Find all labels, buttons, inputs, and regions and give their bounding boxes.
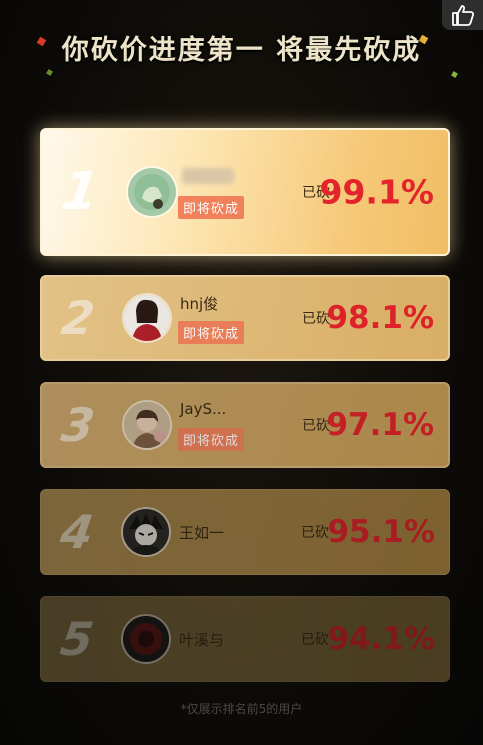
cut-percentage: 94.1% — [327, 621, 435, 657]
ranking-card-4[interactable]: 4 王如一 已砍 95.1% — [40, 489, 450, 575]
avatar — [122, 400, 172, 450]
status-badge: 即将砍成 — [178, 196, 245, 219]
avatar-icon — [123, 509, 169, 555]
ranking-card-2[interactable]: 2 hnj俊 即将砍成 已砍 98.1% — [40, 275, 450, 361]
rank-number: 1 — [57, 162, 103, 222]
avatar-icon — [123, 616, 169, 662]
rank-number: 3 — [58, 398, 98, 452]
cut-percentage: 95.1% — [327, 514, 435, 550]
ranking-card-5[interactable]: 5 叶溪与 已砍 94.1% — [40, 596, 450, 682]
ranking-list: 1 即将砍成 已砍 99.1% 2 hnj俊 即将砍成 已砍 98.1% 3 J… — [40, 128, 450, 703]
page-title: 你砍价进度第一 将最先砍成 — [61, 35, 422, 66]
avatar-icon — [124, 295, 170, 341]
avatar-icon — [124, 402, 170, 448]
ranking-card-1[interactable]: 1 即将砍成 已砍 99.1% — [40, 128, 450, 256]
footer-note: *仅展示排名前5的用户 — [180, 702, 303, 716]
rank-number: 2 — [58, 291, 98, 345]
hidden-user-name — [182, 168, 234, 184]
avatar — [121, 507, 171, 557]
cut-percentage: 97.1% — [326, 407, 434, 443]
user-name: JayS... — [180, 400, 227, 418]
user-name: 王如一 — [179, 524, 225, 542]
cut-percentage: 98.1% — [326, 300, 434, 336]
like-button[interactable] — [442, 0, 483, 30]
user-name: 叶溪与 — [179, 631, 225, 649]
avatar — [122, 293, 172, 343]
rank-number: 4 — [57, 505, 97, 559]
cut-label: 已砍 — [301, 525, 329, 541]
status-badge: 即将砍成 — [178, 321, 245, 344]
avatar — [121, 614, 171, 664]
avatar-icon — [128, 168, 176, 216]
cut-label: 已砍 — [301, 632, 329, 648]
avatar — [126, 166, 178, 218]
rank-number: 5 — [57, 612, 97, 666]
ranking-card-3[interactable]: 3 JayS... 即将砍成 已砍 97.1% — [40, 382, 450, 468]
cut-percentage: 99.1% — [319, 172, 435, 212]
thumbs-up-icon — [451, 5, 474, 26]
user-name: hnj俊 — [180, 295, 219, 313]
status-badge: 即将砍成 — [178, 428, 245, 451]
